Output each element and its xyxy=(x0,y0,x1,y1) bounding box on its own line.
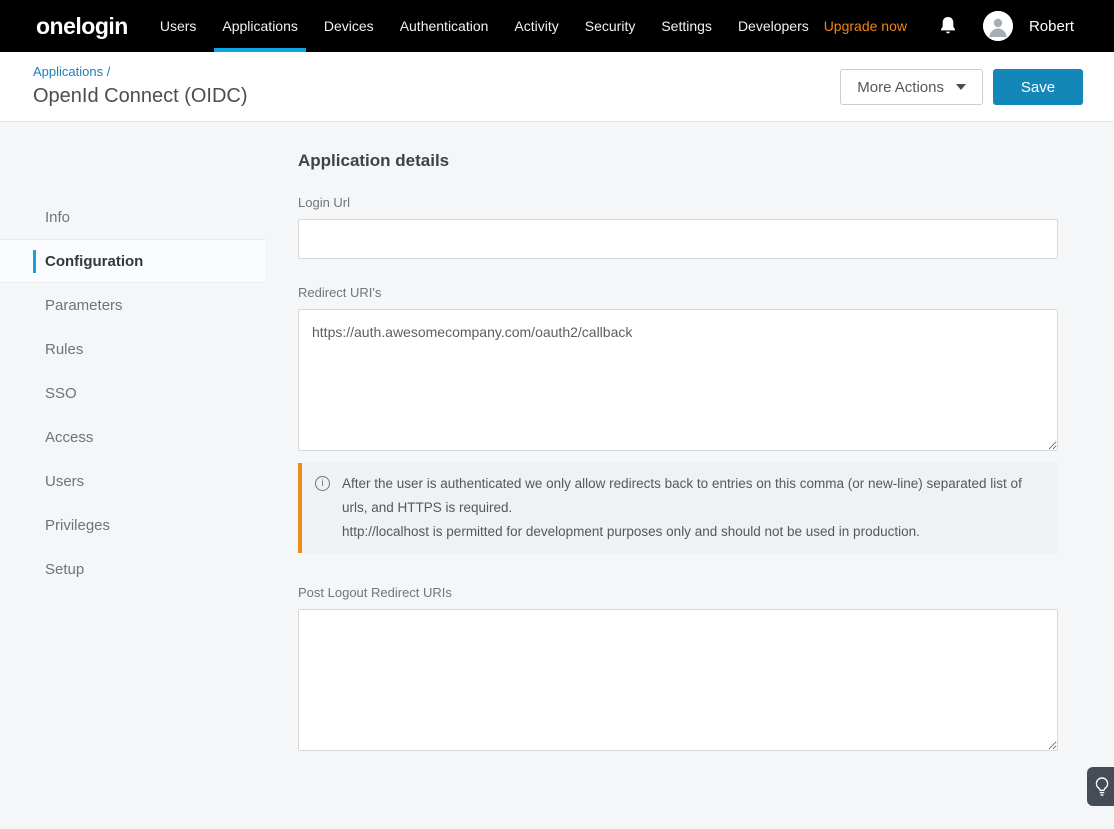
main-nav: Users Applications Devices Authenticatio… xyxy=(147,0,822,52)
sidebar-item-configuration[interactable]: Configuration xyxy=(0,239,265,283)
more-actions-button[interactable]: More Actions xyxy=(840,69,983,105)
bell-icon[interactable] xyxy=(939,16,957,36)
sidebar-item-info[interactable]: Info xyxy=(0,195,265,239)
sidebar-item-access[interactable]: Access xyxy=(0,415,265,459)
nav-item-users[interactable]: Users xyxy=(147,0,210,52)
more-actions-label: More Actions xyxy=(857,79,944,96)
lightbulb-icon xyxy=(1094,776,1110,798)
sidebar-item-privileges[interactable]: Privileges xyxy=(0,503,265,547)
info-icon: i xyxy=(315,476,330,491)
login-url-input[interactable] xyxy=(298,219,1058,259)
login-url-label: Login Url xyxy=(298,195,1058,210)
sidebar-item-parameters[interactable]: Parameters xyxy=(0,283,265,327)
active-indicator-bar xyxy=(33,250,36,273)
help-note-line1: After the user is authenticated we only … xyxy=(342,472,1042,520)
page-header: Applications / OpenId Connect (OIDC) Mor… xyxy=(0,52,1114,122)
nav-item-authentication[interactable]: Authentication xyxy=(387,0,502,52)
nav-item-settings[interactable]: Settings xyxy=(648,0,725,52)
post-logout-redirect-uris-label: Post Logout Redirect URIs xyxy=(298,585,1058,600)
save-button[interactable]: Save xyxy=(993,69,1083,105)
nav-item-activity[interactable]: Activity xyxy=(501,0,571,52)
help-button[interactable] xyxy=(1087,767,1114,806)
sidebar-item-label: Configuration xyxy=(45,253,143,270)
sidebar-item-setup[interactable]: Setup xyxy=(0,547,265,591)
page-title: OpenId Connect (OIDC) xyxy=(33,85,248,108)
sidebar-item-users[interactable]: Users xyxy=(0,459,265,503)
nav-right: Upgrade now Robert xyxy=(824,11,1074,41)
header-actions: More Actions Save xyxy=(840,69,1083,105)
help-note-line2: http://localhost is permitted for develo… xyxy=(342,520,1042,544)
upgrade-now-link[interactable]: Upgrade now xyxy=(824,18,907,34)
nav-item-developers[interactable]: Developers xyxy=(725,0,822,52)
breadcrumb[interactable]: Applications / xyxy=(33,64,110,79)
user-avatar[interactable] xyxy=(983,11,1013,41)
top-navigation: onelogin Users Applications Devices Auth… xyxy=(0,0,1114,52)
sidebar-item-rules[interactable]: Rules xyxy=(0,327,265,371)
nav-item-security[interactable]: Security xyxy=(572,0,649,52)
post-logout-redirect-uris-textarea[interactable] xyxy=(298,609,1058,751)
nav-item-devices[interactable]: Devices xyxy=(311,0,387,52)
chevron-down-icon xyxy=(956,84,966,90)
redirect-uris-label: Redirect URI's xyxy=(298,285,1058,300)
onelogin-logo[interactable]: onelogin xyxy=(36,13,128,40)
redirect-uris-help-note: i After the user is authenticated we onl… xyxy=(298,463,1058,553)
redirect-uris-textarea[interactable]: https://auth.awesomecompany.com/oauth2/c… xyxy=(298,309,1058,451)
nav-item-applications[interactable]: Applications xyxy=(209,0,311,52)
settings-sidebar: Info Configuration Parameters Rules SSO … xyxy=(0,122,265,591)
user-name[interactable]: Robert xyxy=(1029,18,1074,35)
configuration-panel: Application details Login Url Redirect U… xyxy=(298,122,1058,751)
section-title: Application details xyxy=(298,151,1058,171)
help-note-text: After the user is authenticated we only … xyxy=(342,472,1042,544)
sidebar-item-sso[interactable]: SSO xyxy=(0,371,265,415)
